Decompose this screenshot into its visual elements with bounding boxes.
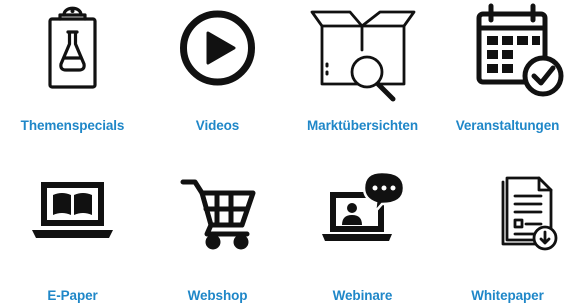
tile-webshop[interactable]: Webshop	[145, 152, 290, 306]
tile-webinare[interactable]: Webinare	[290, 152, 435, 306]
tile-label: Themenspecials	[20, 118, 125, 133]
tile-label: Veranstaltungen	[455, 118, 560, 133]
tile-themenspecials[interactable]: Themenspecials	[0, 0, 145, 154]
clipboard-flask-icon	[12, 0, 133, 105]
box-search-icon	[302, 0, 423, 105]
tile-whitepaper[interactable]: Whitepaper	[435, 152, 580, 306]
tile-label: E-Paper	[47, 288, 98, 303]
play-icon	[157, 0, 278, 105]
tile-label: Whitepaper	[471, 288, 544, 303]
laptop-book-icon	[12, 152, 133, 257]
tile-e-paper[interactable]: E-Paper	[0, 152, 145, 306]
tile-veranstaltungen[interactable]: Veranstaltungen	[435, 0, 580, 154]
laptop-chat-icon	[302, 152, 423, 257]
tile-label: Marktübersichten	[307, 118, 418, 133]
tile-marktuebersichten[interactable]: Marktübersichten	[290, 0, 435, 154]
tile-label: Webshop	[187, 288, 248, 303]
tile-label: Webinare	[332, 288, 393, 303]
document-download-icon	[447, 152, 568, 257]
calendar-check-icon	[447, 0, 568, 105]
tile-label: Videos	[195, 118, 240, 133]
tile-videos[interactable]: Videos	[145, 0, 290, 154]
shopping-cart-icon	[157, 152, 278, 257]
